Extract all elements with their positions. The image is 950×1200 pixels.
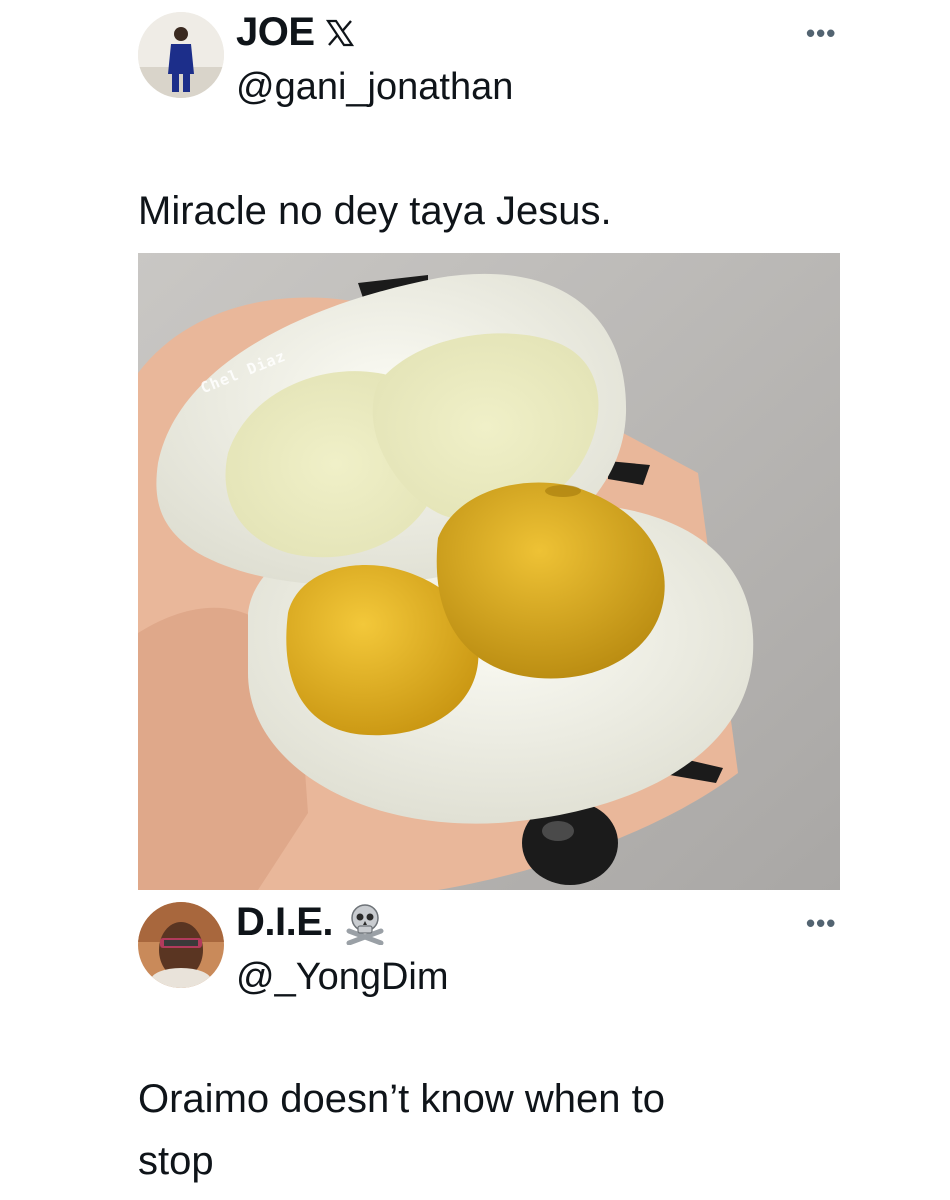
user-handle[interactable]: @gani_jonathan xyxy=(236,66,513,109)
display-name[interactable]: D.I.E. xyxy=(236,900,334,945)
tweet-text-line-2: stop xyxy=(138,1139,214,1183)
user-handle[interactable]: @_YongDim xyxy=(236,956,449,999)
more-options-icon[interactable]: ••• xyxy=(806,908,836,939)
x-logo-icon xyxy=(325,18,355,48)
tweet-text: Miracle no dey taya Jesus. xyxy=(138,189,612,233)
tweet-text-line-1: Oraimo doesn’t know when to xyxy=(138,1077,665,1121)
avatar[interactable] xyxy=(138,902,224,988)
avatar[interactable] xyxy=(138,12,224,98)
more-options-icon[interactable]: ••• xyxy=(806,18,836,49)
tweet-media-image[interactable]: Chel Diaz xyxy=(138,253,840,890)
display-name[interactable]: JOE xyxy=(236,10,315,55)
skull-crossbones-icon xyxy=(343,901,387,945)
